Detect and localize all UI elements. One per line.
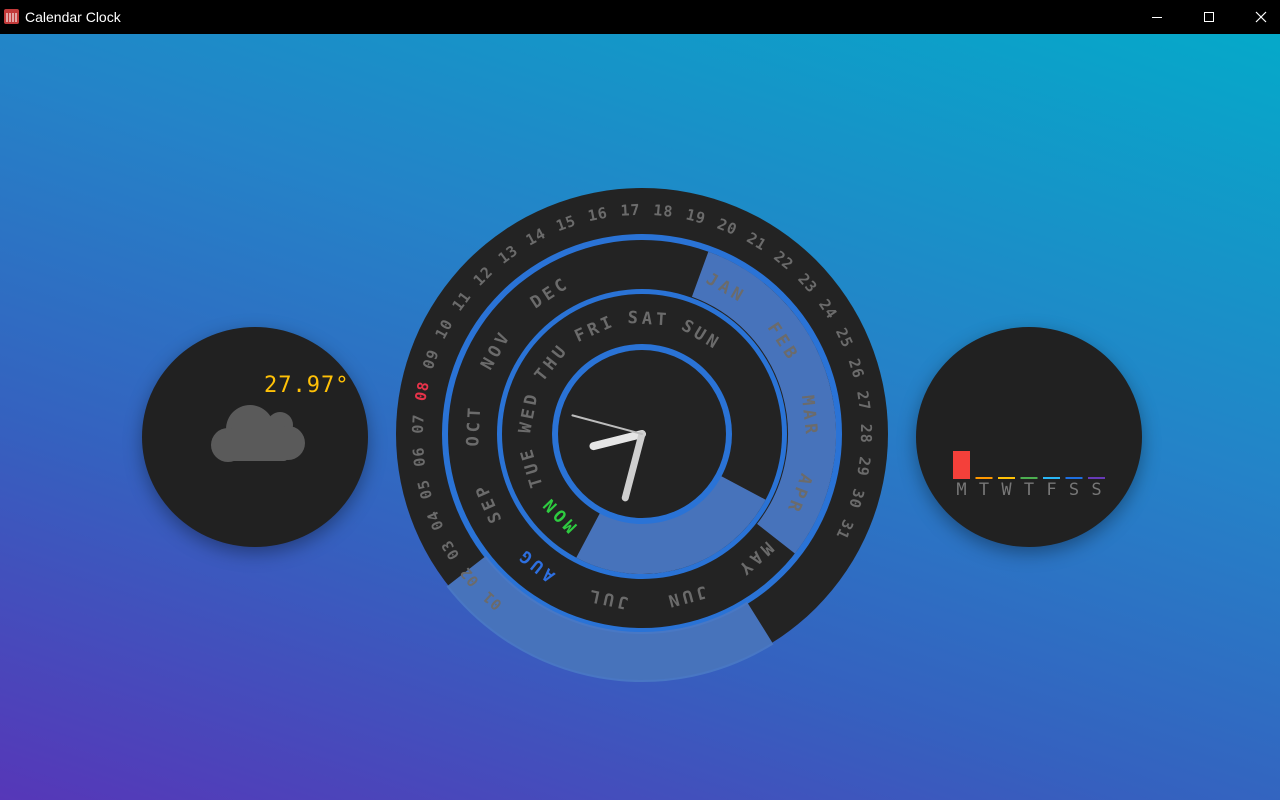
date-06: 06 bbox=[409, 446, 429, 468]
close-button[interactable] bbox=[1238, 0, 1280, 34]
date-07: 07 bbox=[409, 413, 428, 434]
week-label-5: S bbox=[1069, 480, 1079, 500]
date-18: 18 bbox=[653, 201, 675, 221]
weather-widget[interactable]: 27.97° bbox=[142, 327, 368, 547]
calendar-app-icon bbox=[4, 9, 19, 24]
window-title: Calendar Clock bbox=[25, 9, 121, 25]
weekday-sat: SAT bbox=[627, 308, 671, 331]
date-27: 27 bbox=[853, 390, 874, 413]
week-bar-0 bbox=[953, 451, 970, 479]
week-bar-4 bbox=[1043, 477, 1060, 479]
week-label-3: T bbox=[1024, 480, 1034, 500]
week-bar-2 bbox=[998, 477, 1015, 479]
maximize-button[interactable] bbox=[1186, 0, 1232, 34]
week-bar-chart: MTWTFSS bbox=[953, 451, 1105, 500]
dial-svg: 010203040506070809101112131415 16 17 18 19 20… bbox=[396, 188, 888, 682]
date-17: 17 bbox=[620, 201, 641, 220]
week-bar-6 bbox=[1088, 477, 1105, 479]
minimize-button[interactable] bbox=[1134, 0, 1180, 34]
week-label-4: F bbox=[1046, 480, 1056, 500]
week-bar-5 bbox=[1065, 477, 1083, 479]
week-label-1: T bbox=[979, 480, 989, 500]
date-08: 08 bbox=[411, 379, 433, 402]
calendar-clock-dial[interactable]: 01 02 03 04 05 06 07 08 09 10 11 12 13 14 15 16 17 18 19 20… bbox=[388, 188, 898, 682]
close-icon bbox=[1255, 11, 1267, 23]
month-oct: OCT bbox=[463, 403, 485, 447]
cloud-icon bbox=[211, 405, 305, 462]
week-label-2: W bbox=[1001, 480, 1012, 500]
maximize-icon bbox=[1204, 12, 1214, 22]
date-28: 28 bbox=[857, 424, 875, 444]
app-canvas: 27.97° 01 02 03 04 05 06 07 08 09 10 11 12 13 14 15 16 1… bbox=[0, 34, 1280, 800]
week-label-6: S bbox=[1091, 480, 1101, 500]
week-label-0: M bbox=[956, 480, 966, 500]
date-29: 29 bbox=[853, 455, 874, 477]
minimize-icon bbox=[1152, 17, 1162, 18]
week-stats-widget[interactable]: MTWTFSS bbox=[916, 327, 1142, 547]
week-bar-3 bbox=[1020, 477, 1038, 479]
title-bar: Calendar Clock bbox=[0, 0, 1280, 34]
week-bar-1 bbox=[975, 477, 993, 479]
